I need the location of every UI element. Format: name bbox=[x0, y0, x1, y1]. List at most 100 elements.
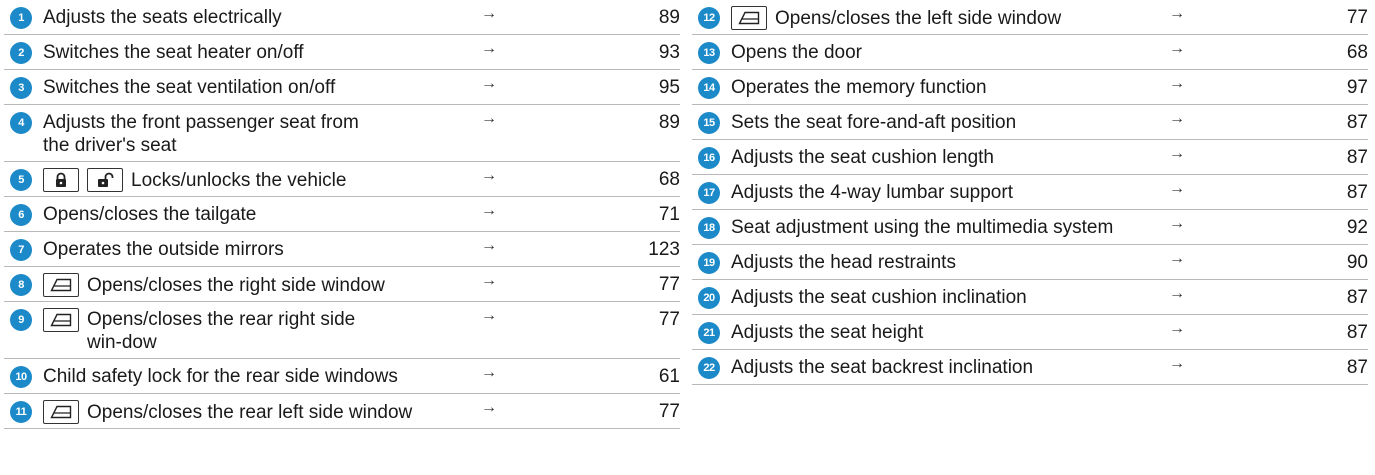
page-reference: 87 bbox=[1346, 147, 1368, 168]
page-reference: 87 bbox=[1346, 287, 1368, 308]
item-number-badge: 9 bbox=[10, 309, 32, 331]
legend-column-left: 1 Adjusts the seats electrically → 89 2 … bbox=[4, 0, 680, 429]
legend-row: 11 Opens/closes the rear left side windo… bbox=[4, 394, 680, 429]
item-description: Opens/closes the rear right side win-dow bbox=[87, 309, 356, 353]
arrow-icon: → bbox=[481, 202, 497, 219]
item-number-badge: 10 bbox=[10, 366, 32, 388]
window-icon bbox=[43, 308, 79, 332]
item-description: Adjusts the seats electrically bbox=[43, 7, 282, 28]
legend-column-right: 12 Opens/closes the left side window → 7… bbox=[692, 0, 1368, 385]
legend-page: 1 Adjusts the seats electrically → 89 2 … bbox=[0, 0, 1375, 475]
arrow-icon: → bbox=[1169, 40, 1185, 57]
legend-row: 18 Seat adjustment using the multimedia … bbox=[692, 210, 1368, 245]
item-number-badge: 4 bbox=[10, 112, 32, 134]
item-description: Adjusts the seat backrest inclination bbox=[731, 357, 1034, 378]
item-description: Locks/unlocks the vehicle bbox=[131, 169, 347, 191]
page-reference: 95 bbox=[658, 77, 680, 98]
item-description: Adjusts the seat cushion length bbox=[731, 147, 995, 168]
item-number-badge: 1 bbox=[10, 7, 32, 29]
item-number-badge: 13 bbox=[698, 42, 720, 64]
arrow-icon: → bbox=[1169, 145, 1185, 162]
legend-row: 13 Opens the door → 68 bbox=[692, 35, 1368, 70]
item-number-badge: 17 bbox=[698, 182, 720, 204]
page-reference: 68 bbox=[1346, 42, 1368, 63]
legend-row: 21 Adjusts the seat height → 87 bbox=[692, 315, 1368, 350]
page-reference: 97 bbox=[1346, 77, 1368, 98]
item-number-badge: 8 bbox=[10, 274, 32, 296]
item-number-badge: 19 bbox=[698, 252, 720, 274]
item-description: Switches the seat ventilation on/off bbox=[43, 77, 336, 98]
page-reference: 90 bbox=[1346, 252, 1368, 273]
item-description: Adjusts the front passenger seat from th… bbox=[43, 112, 359, 156]
page-reference: 89 bbox=[658, 7, 680, 28]
item-number-badge: 3 bbox=[10, 77, 32, 99]
item-number-badge: 12 bbox=[698, 7, 720, 29]
item-number-badge: 21 bbox=[698, 322, 720, 344]
item-description: Adjusts the seat cushion inclination bbox=[731, 287, 1027, 308]
item-number-badge: 5 bbox=[10, 169, 32, 191]
arrow-icon: → bbox=[1169, 285, 1185, 302]
item-description: Opens the door bbox=[731, 42, 862, 63]
arrow-icon: → bbox=[1169, 215, 1185, 232]
page-reference: 87 bbox=[1346, 322, 1368, 343]
lock-icon bbox=[43, 168, 79, 192]
item-description: Operates the memory function bbox=[731, 77, 987, 98]
page-reference: 71 bbox=[658, 204, 680, 225]
item-number-badge: 7 bbox=[10, 239, 32, 261]
page-reference: 77 bbox=[658, 309, 680, 330]
legend-row: 14 Operates the memory function → 97 bbox=[692, 70, 1368, 105]
item-description: Sets the seat fore-and-aft position bbox=[731, 112, 1017, 133]
arrow-icon: → bbox=[1169, 75, 1185, 92]
item-number-badge: 15 bbox=[698, 112, 720, 134]
window-icon bbox=[43, 400, 79, 424]
legend-row: 6 Opens/closes the tailgate → 71 bbox=[4, 197, 680, 232]
arrow-icon: → bbox=[481, 5, 497, 22]
item-number-badge: 16 bbox=[698, 147, 720, 169]
legend-row: 19 Adjusts the head restraints → 90 bbox=[692, 245, 1368, 280]
page-reference: 93 bbox=[658, 42, 680, 63]
legend-row: 16 Adjusts the seat cushion length → 87 bbox=[692, 140, 1368, 175]
legend-row: 3 Switches the seat ventilation on/off →… bbox=[4, 70, 680, 105]
arrow-icon: → bbox=[481, 272, 497, 289]
item-description: Child safety lock for the rear side wind… bbox=[43, 366, 398, 387]
item-description: Opens/closes the rear left side window bbox=[87, 401, 413, 423]
legend-row: 4 Adjusts the front passenger seat from … bbox=[4, 105, 680, 162]
arrow-icon: → bbox=[1169, 180, 1185, 197]
arrow-icon: → bbox=[481, 399, 497, 416]
legend-row: 2 Switches the seat heater on/off → 93 bbox=[4, 35, 680, 70]
window-icon bbox=[731, 6, 767, 30]
page-reference: 89 bbox=[658, 112, 680, 133]
item-number-badge: 2 bbox=[10, 42, 32, 64]
arrow-icon: → bbox=[481, 307, 497, 324]
item-number-badge: 11 bbox=[10, 401, 32, 423]
legend-row: 9 Opens/closes the rear right side win-d… bbox=[4, 302, 680, 359]
item-description: Switches the seat heater on/off bbox=[43, 42, 304, 63]
page-reference: 87 bbox=[1346, 357, 1368, 378]
arrow-icon: → bbox=[481, 40, 497, 57]
item-number-badge: 18 bbox=[698, 217, 720, 239]
item-number-badge: 22 bbox=[698, 357, 720, 379]
legend-row: 20 Adjusts the seat cushion inclination … bbox=[692, 280, 1368, 315]
page-reference: 61 bbox=[658, 366, 680, 387]
item-description: Seat adjustment using the multimedia sys… bbox=[731, 217, 1114, 238]
legend-row: 10 Child safety lock for the rear side w… bbox=[4, 359, 680, 394]
arrow-icon: → bbox=[1169, 355, 1185, 372]
legend-row: 22 Adjusts the seat backrest inclination… bbox=[692, 350, 1368, 385]
arrow-icon: → bbox=[481, 167, 497, 184]
arrow-icon: → bbox=[1169, 320, 1185, 337]
legend-row: 17 Adjusts the 4-way lumbar support → 87 bbox=[692, 175, 1368, 210]
item-description: Adjusts the seat height bbox=[731, 322, 924, 343]
page-reference: 87 bbox=[1346, 112, 1368, 133]
page-reference: 92 bbox=[1346, 217, 1368, 238]
item-number-badge: 14 bbox=[698, 77, 720, 99]
unlock-icon bbox=[87, 168, 123, 192]
item-description: Adjusts the head restraints bbox=[731, 252, 956, 273]
legend-row: 8 Opens/closes the right side window → 7… bbox=[4, 267, 680, 302]
page-reference: 77 bbox=[658, 274, 680, 295]
item-description: Opens/closes the tailgate bbox=[43, 204, 257, 225]
legend-row: 12 Opens/closes the left side window → 7… bbox=[692, 0, 1368, 35]
arrow-icon: → bbox=[1169, 110, 1185, 127]
page-reference: 123 bbox=[648, 239, 680, 260]
legend-row: 5 Locks/unlocks the vehicle → 68 bbox=[4, 162, 680, 197]
legend-row: 1 Adjusts the seats electrically → 89 bbox=[4, 0, 680, 35]
